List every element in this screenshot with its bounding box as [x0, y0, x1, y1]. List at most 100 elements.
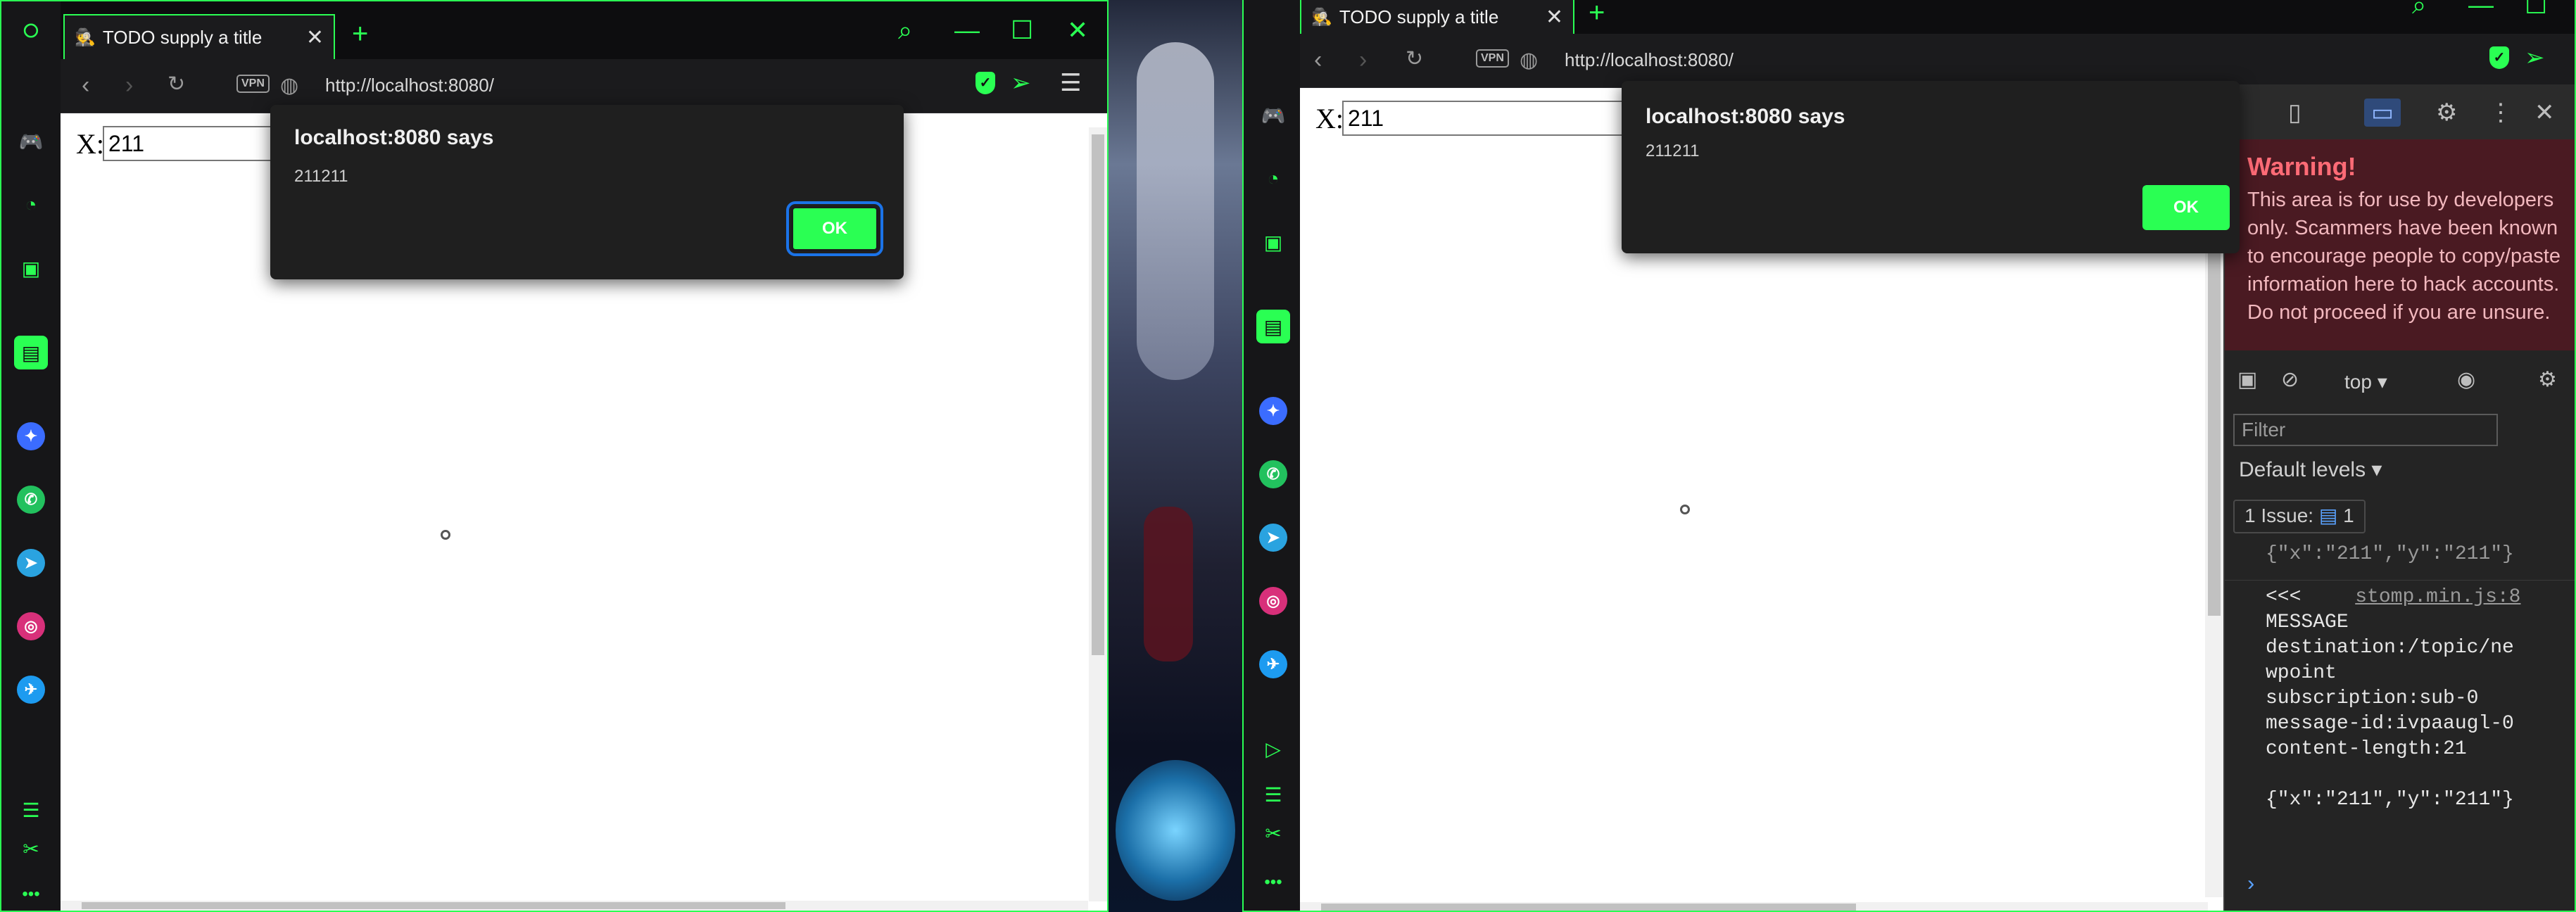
new-tab-button[interactable]: +	[352, 18, 368, 50]
speed-icon[interactable]: ◔	[1256, 162, 1290, 196]
issues-button[interactable]: 1 Issue: ▤ 1	[2233, 500, 2366, 533]
tab-favicon-icon: 🕵	[75, 27, 96, 47]
adblock-shield-icon[interactable]: ✓	[976, 72, 995, 94]
console-warning: Warning! This area is for use by develop…	[2225, 139, 2575, 350]
layout-icon[interactable]: ☰	[14, 793, 48, 827]
settings-icon[interactable]: ⚙	[2436, 99, 2457, 127]
tab-title: TODO supply a title	[102, 26, 263, 48]
x-label: X:	[1315, 103, 1344, 134]
console-prompt-icon[interactable]: ›	[2244, 873, 2257, 898]
horizontal-scrollbar[interactable]	[1300, 902, 2208, 911]
more-icon[interactable]: •••	[14, 878, 48, 911]
devtools-panel: ▯ ▭ ⚙ ⋮ ✕ Warning! This area is for use …	[2223, 84, 2575, 911]
console-settings-icon[interactable]: ⚙	[2538, 367, 2557, 392]
minimize-icon[interactable]: —	[954, 15, 980, 45]
easy-setup-icon[interactable]: ☰	[1060, 69, 1081, 97]
new-tab-button[interactable]: +	[1589, 0, 1605, 29]
clear-console-icon[interactable]: ⊘	[2281, 367, 2299, 392]
kebab-menu-icon[interactable]: ⋮	[2489, 99, 2513, 127]
telegram-icon[interactable]: ➤	[1259, 524, 1287, 552]
gx-corner-icon[interactable]: ▤	[1256, 310, 1290, 343]
log-levels-dropdown[interactable]: Default levels ▾	[2239, 457, 2382, 482]
messenger-icon[interactable]: ✦	[17, 422, 45, 450]
issues-label: 1 Issue:	[2244, 505, 2314, 526]
gamepad-icon[interactable]: 🎮	[1256, 99, 1290, 132]
console-log-entry: <<< stomp.min.js:8 MESSAGE destination:/…	[2225, 580, 2575, 813]
maximize-icon[interactable]: ☐	[1011, 15, 1033, 45]
tab-close-icon[interactable]: ✕	[306, 25, 324, 50]
close-devtools-icon[interactable]: ✕	[2534, 99, 2555, 127]
device-toggle-icon[interactable]: ▯	[2288, 99, 2302, 127]
tab-title: TODO supply a title	[1339, 6, 1499, 27]
more-icon[interactable]: •••	[1256, 866, 1290, 899]
search-icon[interactable]: ⌕	[2412, 0, 2426, 20]
maximize-icon[interactable]: ☐	[2525, 0, 2547, 20]
minimize-icon[interactable]: —	[2468, 0, 2494, 20]
bag-icon[interactable]: ▣	[1256, 225, 1290, 259]
whatsapp-icon[interactable]: ✆	[17, 486, 45, 514]
reload-icon[interactable]: ↻	[168, 72, 185, 96]
horizontal-scroll-thumb[interactable]	[82, 902, 785, 909]
whatsapp-icon[interactable]: ✆	[1259, 460, 1287, 488]
horizontal-scrollbar[interactable]	[61, 901, 1088, 911]
telegram-icon[interactable]: ➤	[17, 549, 45, 577]
left-active-tab[interactable]: 🕵 TODO supply a title ✕	[63, 14, 335, 59]
dialog-ok-button[interactable]: OK	[786, 201, 883, 256]
globe-icon: ◍	[1520, 49, 1539, 72]
gx-corner-icon[interactable]: ▤	[14, 336, 48, 369]
bag-icon[interactable]: ▣	[14, 251, 48, 285]
sidebar-toggle-icon[interactable]: ▣	[2237, 367, 2257, 392]
messages-icon[interactable]: ▭	[2364, 99, 2401, 127]
context-label: top	[2344, 371, 2372, 393]
back-icon[interactable]: ‹	[1314, 46, 1322, 74]
send-icon[interactable]: ➢	[2525, 44, 2545, 72]
vertical-scrollbar[interactable]	[1089, 127, 1107, 901]
wallpaper-figure	[1137, 42, 1214, 380]
tab-favicon-icon: 🕵	[1311, 7, 1332, 27]
vpn-badge[interactable]: VPN	[1476, 49, 1509, 68]
search-icon[interactable]: ⌕	[898, 15, 912, 46]
log-source-link[interactable]: stomp.min.js:8	[2355, 586, 2520, 608]
dialog-ok-button[interactable]: OK	[2142, 185, 2230, 230]
wallpaper-cloak	[1144, 507, 1193, 661]
x-input[interactable]: 211	[1342, 101, 1624, 136]
vpn-badge[interactable]: VPN	[236, 75, 270, 93]
console-output: {"x":"211","y":"211"} <<< stomp.min.js:8…	[2225, 542, 2575, 911]
vertical-scroll-thumb[interactable]	[1092, 134, 1104, 655]
x-input[interactable]: 211	[103, 126, 286, 161]
close-icon[interactable]: ✕	[1067, 15, 1088, 45]
twitter-icon[interactable]: ✈	[1259, 650, 1287, 678]
right-sidebar: 🎮 ◔ ▣ ▤ ✦ ✆ ➤ ◎ ✈ ▷ ☰ ✂ •••	[1244, 0, 1301, 911]
horizontal-scroll-thumb[interactable]	[1321, 904, 1856, 911]
opera-logo-icon[interactable]: ⭘	[14, 14, 48, 48]
instagram-icon[interactable]: ◎	[17, 612, 45, 640]
right-address-bar: ‹ › ↻ VPN ◍ http://localhost:8080/ ✓ ➢ ☰	[1300, 34, 2575, 88]
url-field[interactable]: http://localhost:8080/	[325, 75, 494, 96]
alert-dialog: localhost:8080 says 211211 OK	[270, 105, 904, 279]
messenger-icon[interactable]: ✦	[1259, 397, 1287, 425]
player-icon[interactable]: ▷	[1256, 732, 1290, 766]
forward-icon[interactable]: ›	[125, 72, 133, 99]
right-browser-window: 🎮 ◔ ▣ ▤ ✦ ✆ ➤ ◎ ✈ ▷ ☰ ✂ ••• 🕵 TODO suppl…	[1242, 0, 2576, 912]
right-active-tab[interactable]: 🕵 TODO supply a title ✕	[1300, 0, 1574, 34]
reload-icon[interactable]: ↻	[1406, 46, 1423, 71]
url-field[interactable]: http://localhost:8080/	[1565, 49, 1734, 71]
back-icon[interactable]: ‹	[82, 72, 89, 99]
adblock-shield-icon[interactable]: ✓	[2489, 46, 2509, 69]
tools-icon[interactable]: ✂	[1256, 816, 1290, 850]
console-filter-input[interactable]: Filter	[2233, 414, 2498, 446]
dialog-message: 211211	[1646, 141, 1700, 160]
speed-icon[interactable]: ◔	[14, 188, 48, 222]
gamepad-icon[interactable]: 🎮	[14, 125, 48, 158]
layout-icon[interactable]: ☰	[1256, 778, 1290, 811]
left-browser-window: ⭘ 🎮 ◔ ▣ ▤ ✦ ✆ ➤ ◎ ✈ ☰ ✂ ••• 🕵 TODO suppl…	[0, 0, 1109, 912]
instagram-icon[interactable]: ◎	[1259, 587, 1287, 615]
console-toolbar: ▣ ⊘ top ▾ ◉ ⚙	[2225, 360, 2575, 403]
tools-icon[interactable]: ✂	[14, 832, 48, 866]
send-icon[interactable]: ➢	[1011, 69, 1031, 97]
twitter-icon[interactable]: ✈	[17, 676, 45, 704]
forward-icon[interactable]: ›	[1359, 46, 1367, 74]
eye-icon[interactable]: ◉	[2457, 367, 2475, 392]
tab-close-icon[interactable]: ✕	[1546, 5, 1563, 30]
context-selector[interactable]: top ▾	[2344, 370, 2387, 393]
